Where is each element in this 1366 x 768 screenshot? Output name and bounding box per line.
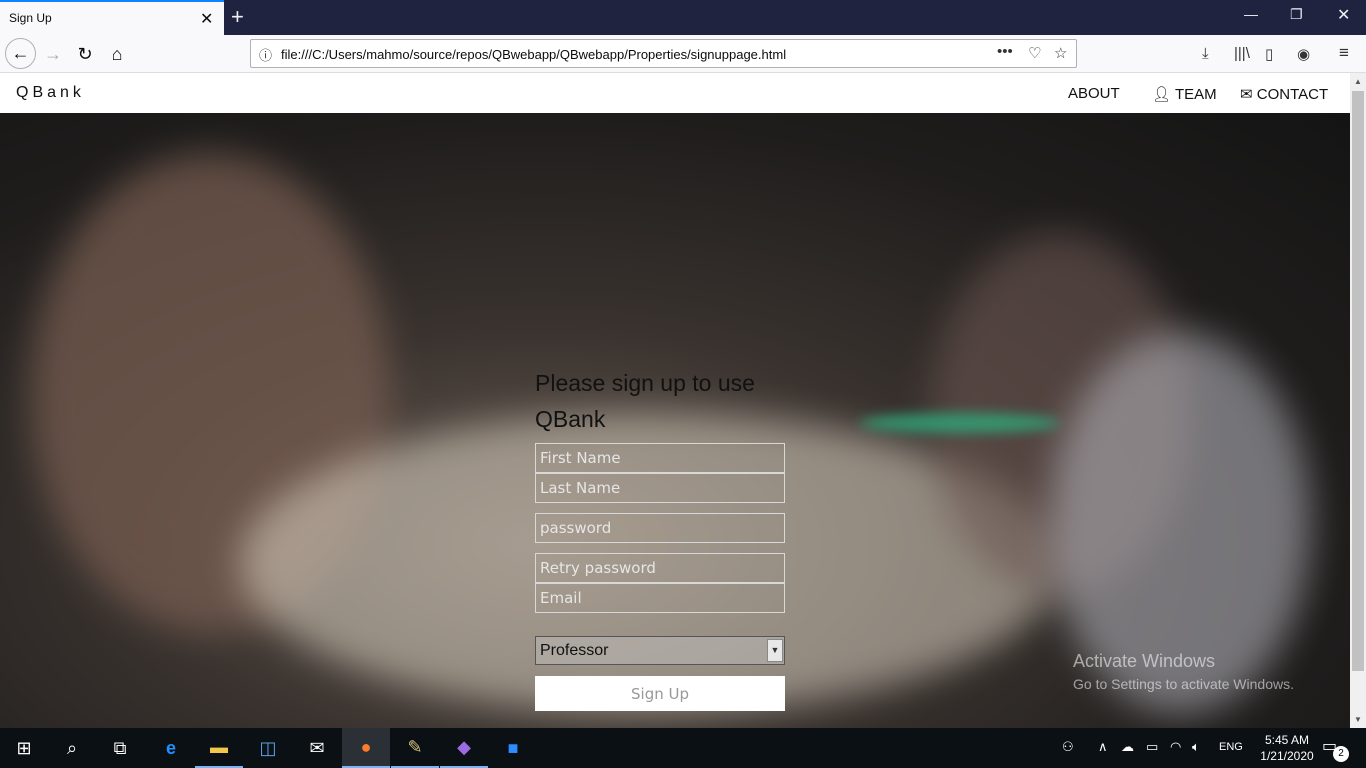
- bookmark-star-icon[interactable]: ☆: [1054, 44, 1067, 62]
- home-icon[interactable]: ⌂: [102, 39, 132, 69]
- user-icon: 👤︎: [1152, 86, 1172, 103]
- watermark-subtitle: Go to Settings to activate Windows.: [1073, 676, 1294, 692]
- site-info-icon[interactable]: ⓘ: [259, 45, 272, 64]
- firefox-icon[interactable]: ●: [342, 728, 390, 768]
- signup-button[interactable]: Sign Up: [535, 676, 785, 711]
- people-icon[interactable]: ⚇: [1062, 739, 1074, 755]
- minimize-icon[interactable]: —: [1244, 6, 1258, 22]
- page-actions-icon[interactable]: •••: [997, 43, 1013, 60]
- scroll-up-icon[interactable]: ▲: [1354, 77, 1362, 86]
- url-text[interactable]: file:///C:/Users/mahmo/source/repos/QBwe…: [281, 47, 786, 62]
- downloads-icon[interactable]: ⤓: [1202, 45, 1209, 62]
- pocket-icon[interactable]: ♡: [1028, 44, 1041, 62]
- bg-pen-shape: [860, 413, 1060, 433]
- sidebar-icon[interactable]: ▯: [1265, 45, 1273, 63]
- watermark-title: Activate Windows: [1073, 651, 1216, 671]
- email-input[interactable]: [535, 583, 785, 613]
- clock-time: 5:45 AM: [1264, 733, 1310, 747]
- scroll-down-icon[interactable]: ▼: [1354, 715, 1362, 724]
- signup-heading: Please sign up to use QBank: [535, 370, 755, 432]
- scroll-thumb[interactable]: [1352, 91, 1364, 671]
- page-viewport: QBank ABOUT 👤︎ TEAM ✉ CONTACT Please sig…: [0, 73, 1350, 728]
- retry-password-input[interactable]: [535, 553, 785, 583]
- back-arrow-icon[interactable]: ←: [5, 38, 36, 69]
- url-bar[interactable]: ⓘ file:///C:/Users/mahmo/source/repos/QB…: [250, 39, 1077, 68]
- new-tab-icon[interactable]: +: [231, 4, 244, 30]
- browser-tab-active[interactable]: Sign Up ✕: [0, 0, 224, 35]
- system-clock[interactable]: 5:45 AM 1/21/2020: [1256, 732, 1318, 764]
- close-window-icon[interactable]: ✕: [1337, 5, 1350, 25]
- tab-title: Sign Up: [9, 11, 52, 25]
- nav-team-link[interactable]: 👤︎ TEAM: [1152, 85, 1217, 103]
- password-input[interactable]: [535, 513, 785, 543]
- role-select-value: Professor: [540, 642, 609, 659]
- notification-count-badge: 2: [1333, 746, 1349, 762]
- browser-tabstrip: Sign Up ✕ + — ❐ ✕: [0, 0, 1366, 35]
- role-select[interactable]: Professor ▼: [535, 636, 785, 665]
- forward-arrow-icon[interactable]: →: [38, 39, 68, 69]
- battery-icon[interactable]: ▭: [1146, 739, 1158, 755]
- brand-logo[interactable]: QBank: [16, 84, 85, 102]
- browser-navbar: ← → ↻ ⌂ ⓘ file:///C:/Users/mahmo/source/…: [0, 35, 1366, 73]
- page-scrollbar[interactable]: ▲ ▼: [1350, 73, 1366, 728]
- file-explorer-icon[interactable]: ▬: [195, 728, 243, 768]
- task-view-icon[interactable]: ⧉: [96, 728, 144, 768]
- mail-icon[interactable]: ✉: [293, 728, 341, 768]
- nav-contact-label: CONTACT: [1256, 86, 1329, 103]
- zoom-icon[interactable]: ■: [489, 728, 537, 768]
- restore-icon[interactable]: ❐: [1290, 6, 1303, 23]
- windows-start-icon[interactable]: ⊞: [0, 728, 48, 768]
- language-indicator[interactable]: ENG: [1219, 741, 1243, 753]
- dev-tool-icon[interactable]: ✎: [391, 728, 439, 768]
- clock-date: 1/21/2020: [1260, 749, 1314, 763]
- reload-icon[interactable]: ↻: [70, 39, 100, 69]
- activate-windows-watermark: Activate Windows Go to Settings to activ…: [1073, 651, 1294, 692]
- search-icon[interactable]: ⌕: [48, 728, 96, 768]
- library-icon[interactable]: |||\: [1234, 45, 1250, 62]
- onedrive-icon[interactable]: ☁: [1121, 739, 1134, 755]
- visual-studio-icon[interactable]: ◆: [440, 728, 488, 768]
- first-name-input[interactable]: [535, 443, 785, 473]
- site-header: QBank ABOUT 👤︎ TEAM ✉ CONTACT: [0, 73, 1350, 113]
- menu-hamburger-icon[interactable]: ≡: [1339, 43, 1349, 63]
- nav-about-link[interactable]: ABOUT: [1068, 85, 1120, 102]
- edge-browser-icon[interactable]: e: [147, 728, 195, 768]
- close-tab-icon[interactable]: ✕: [200, 9, 213, 29]
- account-icon[interactable]: ◉: [1297, 45, 1310, 63]
- windows-taskbar: ⊞ ⌕ ⧉ e ▬ ◫ ✉ ● ✎ ◆ ■ ⚇ ∧ ☁ ▭ ◠ 🔈︎ ENG 5…: [0, 728, 1366, 768]
- last-name-input[interactable]: [535, 473, 785, 503]
- chevron-down-icon[interactable]: ▼: [767, 639, 783, 662]
- nav-contact-link[interactable]: ✉ CONTACT: [1240, 85, 1328, 103]
- show-hidden-icons-chevron-up-icon[interactable]: ∧: [1098, 739, 1108, 755]
- wifi-icon[interactable]: ◠: [1170, 739, 1181, 755]
- nav-team-label: TEAM: [1174, 86, 1217, 103]
- volume-icon[interactable]: 🔈︎: [1192, 739, 1200, 755]
- envelope-icon: ✉: [1240, 86, 1253, 103]
- store-icon[interactable]: ◫: [244, 728, 292, 768]
